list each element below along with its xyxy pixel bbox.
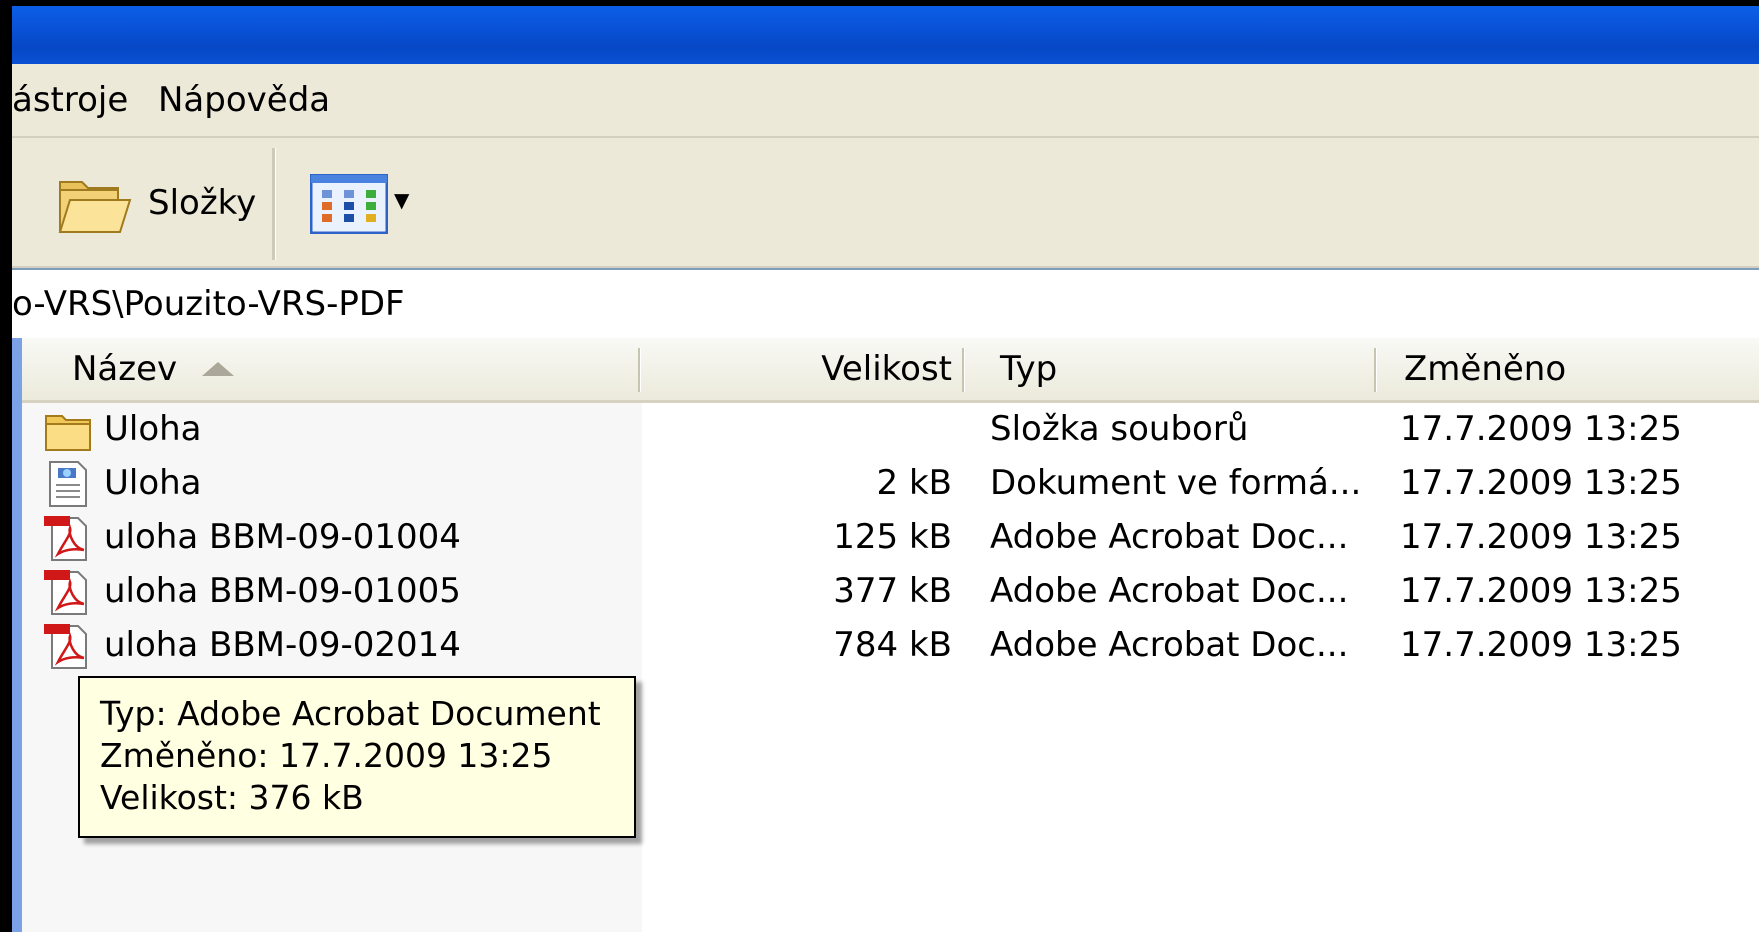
file-modified: 17.7.2009 13:25 bbox=[1400, 409, 1682, 449]
file-type: Adobe Acrobat Doc... bbox=[990, 625, 1349, 665]
file-modified: 17.7.2009 13:25 bbox=[1400, 463, 1682, 503]
file-name: uloha BBM-09-02014 bbox=[104, 625, 461, 665]
file-modified: 17.7.2009 13:25 bbox=[1400, 625, 1682, 665]
list-item[interactable]: Uloha Složka souborů 17.7.2009 13:25 bbox=[22, 402, 1759, 456]
file-type: Dokument ve formá... bbox=[990, 463, 1362, 503]
file-size bbox=[652, 402, 952, 456]
toolbar-separator bbox=[272, 148, 276, 260]
column-divider[interactable] bbox=[962, 348, 965, 392]
list-item[interactable]: uloha BBM-09-01005 377 kB Adobe Acrobat … bbox=[22, 564, 1759, 618]
file-name: Uloha bbox=[104, 463, 202, 503]
menu-tools[interactable]: ástroje bbox=[12, 64, 128, 136]
file-type: Adobe Acrobat Doc... bbox=[990, 571, 1349, 611]
column-header-type[interactable]: Typ bbox=[1000, 338, 1057, 400]
column-header-modified[interactable]: Změněno bbox=[1404, 338, 1566, 400]
column-divider[interactable] bbox=[638, 348, 641, 392]
file-type: Adobe Acrobat Doc... bbox=[990, 517, 1349, 557]
file-modified: 17.7.2009 13:25 bbox=[1400, 571, 1682, 611]
file-info-tooltip: Typ: Adobe Acrobat Document Změněno: 17.… bbox=[78, 676, 636, 838]
file-modified: 17.7.2009 13:25 bbox=[1400, 517, 1682, 557]
column-header-size[interactable]: Velikost bbox=[652, 338, 952, 400]
pdf-icon bbox=[44, 516, 87, 561]
views-button[interactable]: ▼ bbox=[298, 158, 418, 248]
file-name: Uloha bbox=[104, 409, 202, 449]
pdf-icon bbox=[44, 570, 87, 615]
pdf-icon bbox=[44, 624, 87, 669]
file-name: uloha BBM-09-01005 bbox=[104, 571, 461, 611]
tooltip-type: Typ: Adobe Acrobat Document bbox=[100, 694, 601, 733]
folder-icon bbox=[58, 181, 132, 233]
explorer-window: ástroje Nápověda Složky ▼ o-VRS\Pouzito-… bbox=[12, 0, 1759, 932]
list-item[interactable]: uloha BBM-09-02014 784 kB Adobe Acrobat … bbox=[22, 618, 1759, 672]
sort-ascending-icon bbox=[202, 362, 234, 376]
address-bar[interactable]: o-VRS\Pouzito-VRS-PDF bbox=[12, 268, 1759, 340]
title-bar[interactable] bbox=[12, 6, 1759, 64]
file-size: 125 kB bbox=[833, 517, 952, 557]
chevron-down-icon[interactable]: ▼ bbox=[394, 190, 409, 210]
address-path[interactable]: o-VRS\Pouzito-VRS-PDF bbox=[12, 270, 405, 338]
tooltip-size: Velikost: 376 kB bbox=[100, 778, 364, 817]
column-header-row: Název Velikost Typ Změněno bbox=[22, 338, 1759, 403]
list-item[interactable]: Uloha 2 kB Dokument ve formá... 17.7.200… bbox=[22, 456, 1759, 510]
tooltip-modified: Změněno: 17.7.2009 13:25 bbox=[100, 736, 553, 775]
file-list: Název Velikost Typ Změněno Uloha Složka … bbox=[12, 338, 1759, 932]
file-size: 784 kB bbox=[833, 625, 952, 665]
file-size: 377 kB bbox=[833, 571, 952, 611]
column-divider[interactable] bbox=[1374, 348, 1377, 392]
file-size: 2 kB bbox=[876, 463, 952, 503]
file-name: uloha BBM-09-01004 bbox=[104, 517, 461, 557]
folder-icon bbox=[45, 415, 91, 451]
toolbar: Složky ▼ bbox=[12, 138, 1759, 268]
menu-bar: ástroje Nápověda bbox=[12, 64, 1759, 138]
folders-label: Složky bbox=[148, 183, 257, 223]
menu-help[interactable]: Nápověda bbox=[158, 64, 330, 136]
column-header-name[interactable]: Název bbox=[72, 338, 177, 400]
list-item[interactable]: uloha BBM-09-01004 125 kB Adobe Acrobat … bbox=[22, 510, 1759, 564]
views-icon bbox=[310, 174, 388, 234]
file-type: Složka souborů bbox=[990, 409, 1249, 449]
document-icon bbox=[49, 461, 87, 507]
folders-button[interactable]: Složky bbox=[42, 158, 262, 248]
